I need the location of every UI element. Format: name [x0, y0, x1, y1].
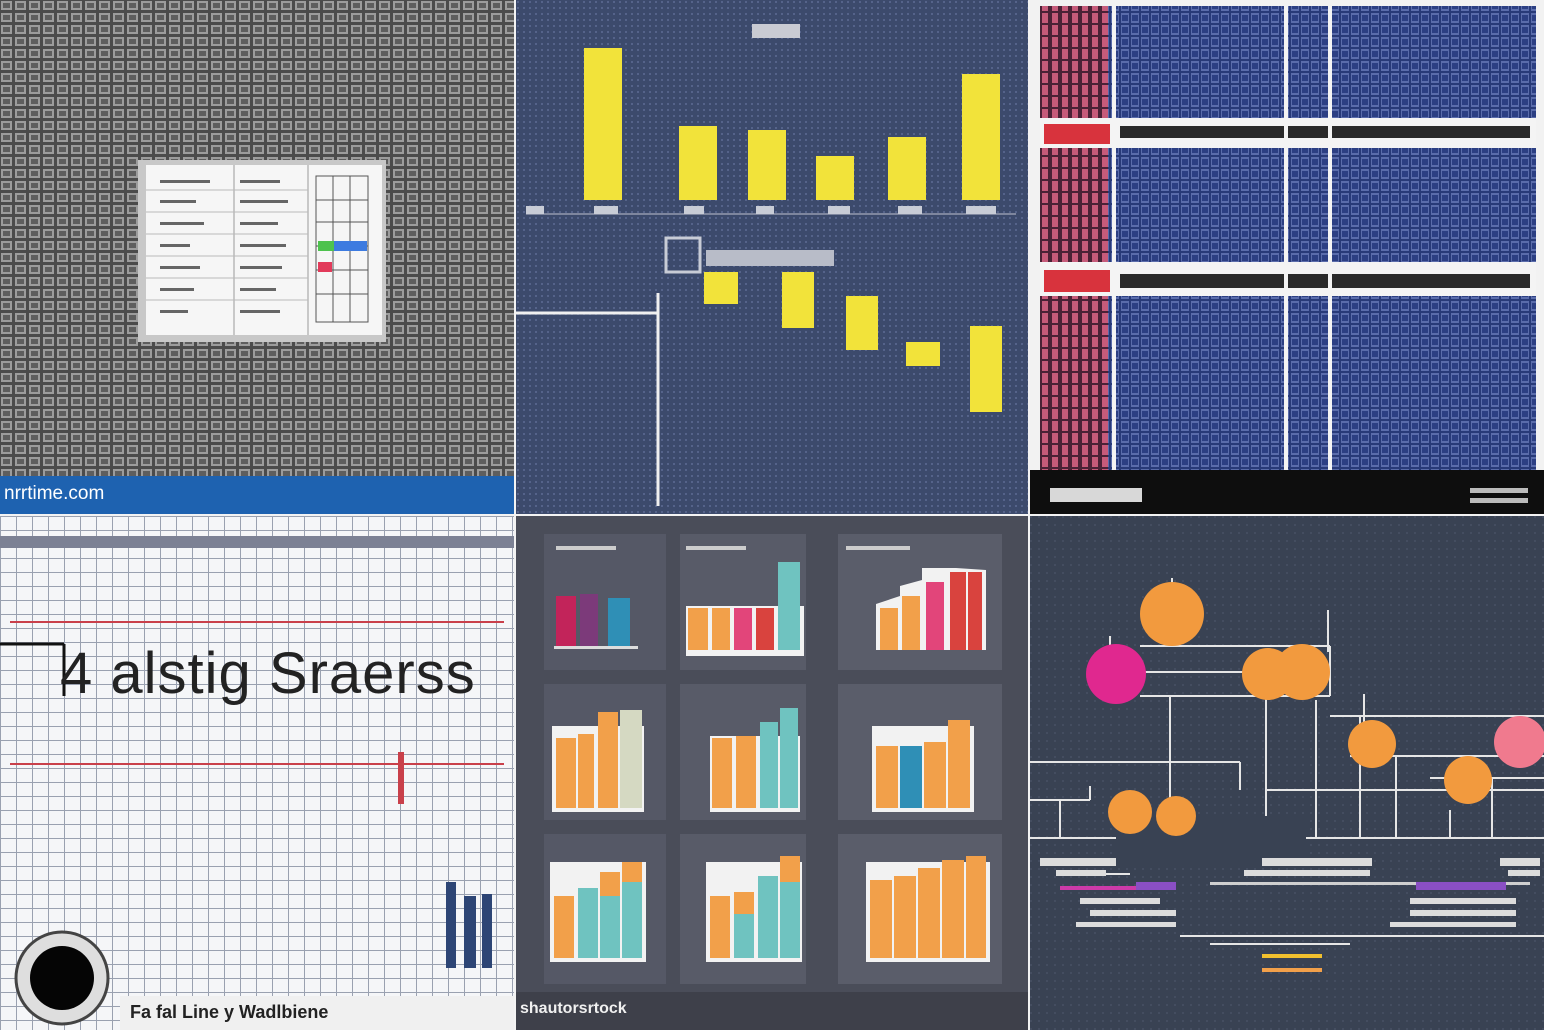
tile-navy-table — [1030, 0, 1544, 514]
tile-grid-headline: 4 alstig Sraerss Fa fal Line y Wadlbiene — [0, 516, 514, 1030]
navy-table-graphic — [1030, 0, 1544, 514]
tile-grid-card: nrrtime.com — [0, 0, 514, 514]
tile-chart-cards: shautorsrtock — [516, 516, 1028, 1030]
yellow-bar-chart-graphic — [516, 0, 1028, 514]
headline-text: 4 alstig Sraerss — [60, 641, 476, 706]
watermark-text: shautorsrtock — [520, 1000, 627, 1017]
white-grid-graphic — [0, 516, 514, 1030]
circle-timeline-graphic — [1030, 516, 1544, 1030]
grid-card-graphic — [0, 0, 514, 514]
tile-yellow-bars — [516, 0, 1028, 514]
caption-text: Fa fal Line y Wadlbiene — [130, 1002, 329, 1022]
tile-circle-timeline — [1030, 516, 1544, 1030]
chart-cards-graphic — [516, 516, 1028, 1030]
watermark-text: nrrtime.com — [4, 483, 105, 504]
